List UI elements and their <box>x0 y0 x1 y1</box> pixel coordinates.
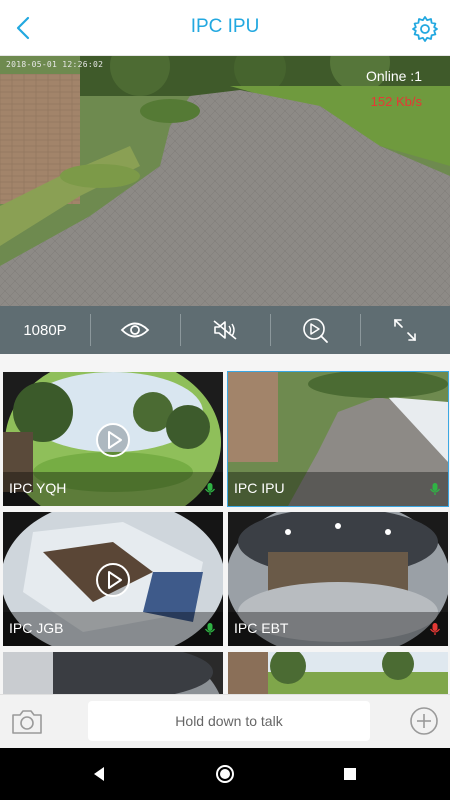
eye-icon <box>120 322 150 338</box>
microphone-icon <box>204 483 216 495</box>
view-button[interactable] <box>90 306 180 354</box>
camera-tile[interactable] <box>3 652 223 694</box>
camera-name: IPC JGB <box>9 620 64 636</box>
video-timestamp: 2018-05-01 12:26:02 <box>6 60 104 69</box>
playback-search-icon <box>303 318 328 343</box>
camera-thumbnail <box>228 652 448 694</box>
gear-icon <box>412 16 438 42</box>
plus-circle-icon <box>410 707 438 735</box>
online-count: Online :1 <box>365 68 422 84</box>
nav-recents-icon[interactable] <box>338 762 362 786</box>
bottom-toolbar: Hold down to talk <box>0 694 450 748</box>
nav-back-icon[interactable] <box>88 762 112 786</box>
add-button[interactable] <box>408 705 440 737</box>
resolution-button[interactable]: 1080P <box>0 306 90 354</box>
speaker-muted-icon <box>213 320 237 340</box>
system-nav-bar <box>0 748 450 800</box>
header: IPC IPU <box>0 0 450 56</box>
fullscreen-button[interactable] <box>360 306 450 354</box>
bitrate: 152 Kb/s <box>370 94 422 109</box>
camera-name: IPC EBT <box>234 620 289 636</box>
play-icon[interactable] <box>95 562 131 598</box>
microphone-icon <box>429 483 441 495</box>
resolution-label: 1080P <box>23 321 67 339</box>
mute-button[interactable] <box>180 306 270 354</box>
live-video[interactable]: 2018-05-01 12:26:02 Online :1 152 Kb/s <box>0 56 450 306</box>
camera-tile-selected[interactable]: IPC IPU <box>227 371 449 507</box>
camera-tile[interactable] <box>228 652 448 694</box>
camera-tile[interactable]: IPC EBT <box>228 512 448 646</box>
camera-tile[interactable]: IPC YQH <box>3 372 223 506</box>
snapshot-button[interactable] <box>10 707 44 737</box>
camera-grid: IPC YQH IPC IPU IPC JGB IPC EBT <box>0 354 450 694</box>
page-title: IPC IPU <box>190 16 260 37</box>
microphone-icon <box>204 623 216 635</box>
nav-home-icon[interactable] <box>213 762 237 786</box>
camera-icon <box>12 710 42 734</box>
playback-button[interactable] <box>270 306 360 354</box>
hold-to-talk-button[interactable]: Hold down to talk <box>88 701 370 741</box>
settings-button[interactable] <box>410 14 440 44</box>
play-icon[interactable] <box>95 422 131 458</box>
expand-icon <box>394 319 416 341</box>
camera-tile[interactable]: IPC JGB <box>3 512 223 646</box>
camera-thumbnail <box>3 652 223 694</box>
microphone-icon <box>429 623 441 635</box>
camera-name: IPC YQH <box>9 480 67 496</box>
camera-name: IPC IPU <box>234 480 285 496</box>
app: IPC IPU 2018-05-01 12:26:02 Online:1 15… <box>0 0 450 800</box>
control-bar: 1080P <box>0 306 450 354</box>
